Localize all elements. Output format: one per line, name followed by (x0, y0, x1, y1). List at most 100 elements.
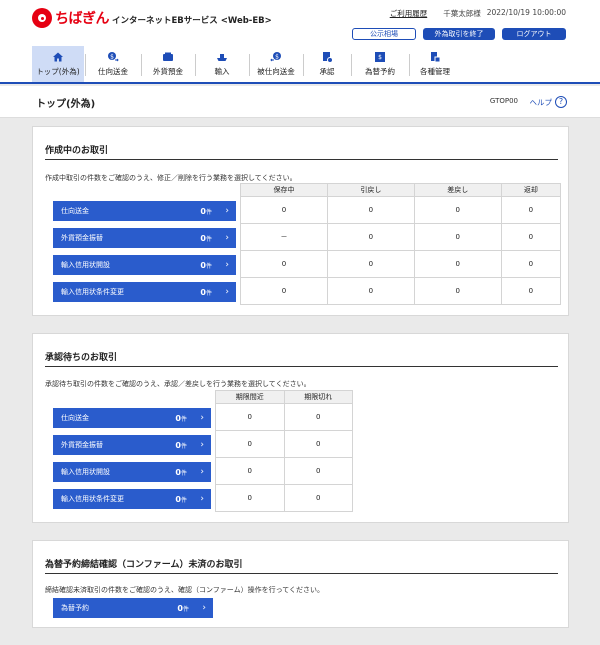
row-count: 0件 (177, 603, 189, 613)
column-header: 返却 (500, 183, 562, 197)
title-bar: トップ(外為) GTOP00 ヘルプ ? (0, 86, 600, 118)
chevron-right-icon: › (225, 287, 229, 297)
help-link[interactable]: ヘルプ ? (529, 96, 567, 108)
in-progress-lc-amend-button[interactable]: 輸入信用状条件変更 0件 › (53, 282, 236, 302)
table-cell: 0 (240, 277, 328, 305)
nav-label: 外貨預金 (153, 67, 183, 76)
column-header: 保存中 (240, 183, 328, 197)
chevron-right-icon: › (225, 233, 229, 243)
section-title: 承認待ちのお取引 (45, 353, 118, 363)
section-description: 締結確認未済取引の件数をご確認のうえ、確認（コンファーム）操作を行ってください。 (45, 586, 325, 594)
table-row: 0 0 (215, 457, 353, 485)
public-rates-button[interactable]: 公示相場 (352, 28, 416, 40)
table-cell: 0 (215, 457, 285, 485)
table-cell: 0 (500, 277, 562, 305)
column-header: 期限間近 (215, 390, 285, 404)
row-count: 0件 (200, 233, 212, 243)
awaiting-remittance-button[interactable]: 仕向送金 0件 › (53, 408, 211, 428)
nav-item-management[interactable]: 各種管理 (410, 46, 460, 82)
column-header: 期限切れ (283, 390, 353, 404)
nav-label: 各種管理 (420, 67, 450, 76)
row-label: 外貨預金振替 (61, 234, 103, 242)
awaiting-lc-amend-button[interactable]: 輸入信用状条件変更 0件 › (53, 489, 211, 509)
approval-icon (321, 51, 333, 63)
row-count: 0件 (175, 494, 187, 504)
nav-item-outward-remittance[interactable]: $ 仕向送金 (86, 46, 140, 82)
chevron-right-icon: › (225, 206, 229, 216)
nav-label: 被仕向送金 (257, 67, 295, 76)
table-row: 0 0 (215, 430, 353, 458)
svg-text:$: $ (275, 53, 279, 60)
logout-button[interactable]: ログアウト (502, 28, 566, 40)
table-cell: 0 (500, 250, 562, 278)
row-label: 輸入信用状条件変更 (61, 288, 124, 296)
table-row: 0 0 0 0 (240, 250, 562, 278)
awaiting-lc-open-button[interactable]: 輸入信用状開設 0件 › (53, 462, 211, 482)
nav-item-fx-contract[interactable]: $ 為替予約 (352, 46, 408, 82)
logo-mark-icon (32, 8, 52, 28)
table-cell: 0 (413, 277, 502, 305)
nav-item-import[interactable]: 輸入 (196, 46, 248, 82)
in-progress-deposit-transfer-button[interactable]: 外貨預金振替 0件 › (53, 228, 236, 248)
nav-label: 為替予約 (365, 67, 395, 76)
table-cell: 0 (240, 250, 328, 278)
nav-label: 仕向送金 (98, 67, 128, 76)
nav-item-top[interactable]: トップ(外為) (32, 46, 84, 82)
table-cell: 0 (413, 196, 502, 224)
in-progress-remittance-button[interactable]: 仕向送金 0件 › (53, 201, 236, 221)
end-fx-button[interactable]: 外為取引を終了 (423, 28, 495, 40)
in-progress-lc-open-button[interactable]: 輸入信用状開設 0件 › (53, 255, 236, 275)
chevron-right-icon: › (200, 413, 204, 423)
row-count: 0件 (175, 413, 187, 423)
awaiting-deposit-transfer-button[interactable]: 外貨預金振替 0件 › (53, 435, 211, 455)
row-label: 輸入信用状開設 (61, 468, 110, 476)
bank-logo[interactable]: ちばぎん インターネットEBサービス <Web-EB> (32, 8, 272, 28)
table-cell: 0 (215, 484, 285, 512)
row-count: 0件 (200, 206, 212, 216)
in-progress-table: 保存中 引戻し 差戻し 返却 0 0 0 0 － 0 0 0 0 0 0 0 0… (240, 183, 562, 305)
table-cell: 0 (240, 196, 328, 224)
row-label: 輸入信用状条件変更 (61, 495, 124, 503)
logo-text: ちばぎん (55, 11, 110, 27)
nav-item-approval[interactable]: 承認 (304, 46, 350, 82)
awaiting-approval-panel: 承認待ちのお取引 承認待ち取引の件数をご確認のうえ、承認／差戻しを行う業務を選択… (32, 333, 569, 523)
confirm-fx-contract-button[interactable]: 為替予約 0件 › (53, 598, 213, 618)
table-cell: － (240, 223, 328, 251)
home-icon (52, 51, 64, 63)
awaiting-table: 期限間近 期限切れ 0 0 0 0 0 0 0 0 (215, 390, 353, 512)
table-cell: 0 (215, 403, 285, 431)
column-header: 差戻し (413, 183, 502, 197)
row-count: 0件 (200, 287, 212, 297)
table-cell: 0 (500, 223, 562, 251)
nav-label: 輸入 (214, 67, 230, 76)
deposit-icon (162, 51, 174, 63)
top-links: ご利用履歴 千葉太郎様 2022/10/19 10:00:00 (390, 8, 566, 19)
usage-history-link[interactable]: ご利用履歴 (390, 8, 428, 19)
table-row: 0 0 (215, 484, 353, 512)
table-cell: 0 (283, 484, 353, 512)
row-label: 仕向送金 (61, 207, 89, 215)
nav-label: 承認 (319, 67, 335, 76)
page-title: トップ(外為) (36, 99, 96, 110)
nav-item-inward-remittance[interactable]: $ 被仕向送金 (250, 46, 302, 82)
confirm-panel: 為替予約締結確認（コンファーム）未済のお取引 締結確認未済取引の件数をご確認のう… (32, 540, 569, 628)
inbound-remittance-icon: $ (270, 51, 282, 63)
help-label: ヘルプ (529, 97, 553, 107)
header: ちばぎん インターネットEBサービス <Web-EB> ご利用履歴 千葉太郎様 … (0, 0, 600, 46)
chevron-right-icon: › (225, 260, 229, 270)
header-buttons: 公示相場 外為取引を終了 ログアウト (352, 28, 566, 40)
table-row: － 0 0 0 (240, 223, 562, 251)
table-cell: 0 (500, 196, 562, 224)
nav-item-fx-deposit[interactable]: 外貨預金 (142, 46, 194, 82)
global-nav: トップ(外為) $ 仕向送金 外貨預金 輸入 $ 被仕向送金 承認 $ 為替予約… (0, 46, 600, 84)
fx-contract-icon: $ (374, 51, 386, 63)
section-title: 作成中のお取引 (45, 146, 109, 156)
help-icon: ? (555, 96, 567, 108)
table-header-row: 期限間近 期限切れ (215, 390, 353, 404)
import-icon (216, 51, 228, 63)
table-cell: 0 (283, 457, 353, 485)
table-row: 0 0 0 0 (240, 277, 562, 305)
row-label: 為替予約 (61, 604, 89, 612)
row-label: 外貨預金振替 (61, 441, 103, 449)
row-count: 0件 (175, 440, 187, 450)
